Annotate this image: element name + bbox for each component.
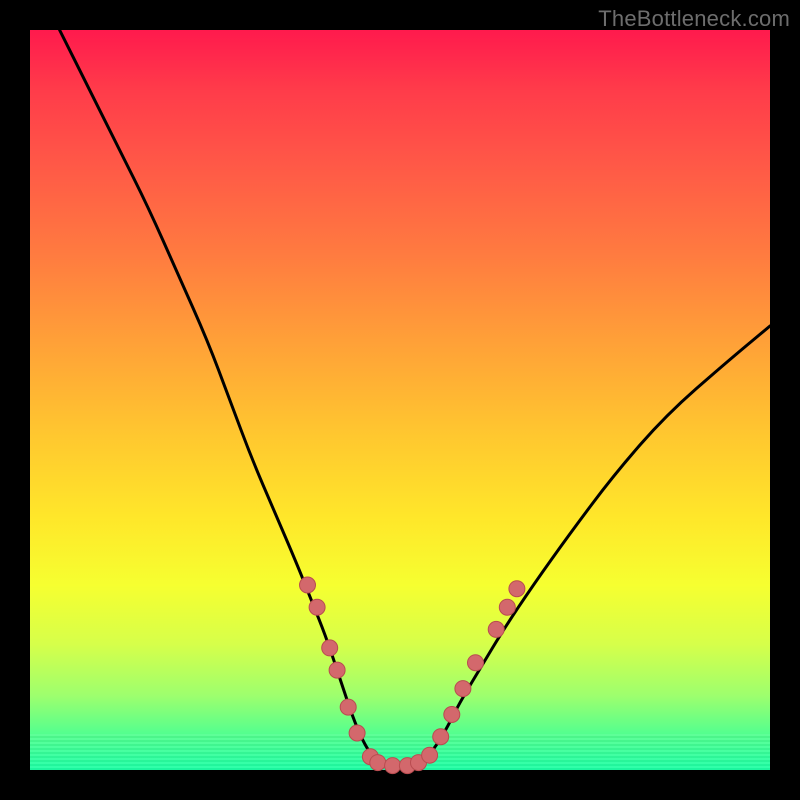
watermark-label: TheBottleneck.com: [598, 6, 790, 32]
data-point: [509, 581, 525, 597]
data-point: [422, 747, 438, 763]
data-points-group: [300, 577, 525, 774]
chart-frame: TheBottleneck.com: [0, 0, 800, 800]
data-point: [433, 729, 449, 745]
data-point: [349, 725, 365, 741]
data-point: [468, 655, 484, 671]
data-point: [385, 758, 401, 774]
data-point: [322, 640, 338, 656]
bottleneck-curve: [60, 30, 770, 769]
data-point: [488, 621, 504, 637]
data-point: [329, 662, 345, 678]
plot-area: [30, 30, 770, 770]
data-point: [309, 599, 325, 615]
bottleneck-chart-svg: [30, 30, 770, 770]
data-point: [444, 707, 460, 723]
data-point: [455, 681, 471, 697]
data-point: [340, 699, 356, 715]
data-point: [499, 599, 515, 615]
data-point: [300, 577, 316, 593]
data-point: [370, 755, 386, 771]
